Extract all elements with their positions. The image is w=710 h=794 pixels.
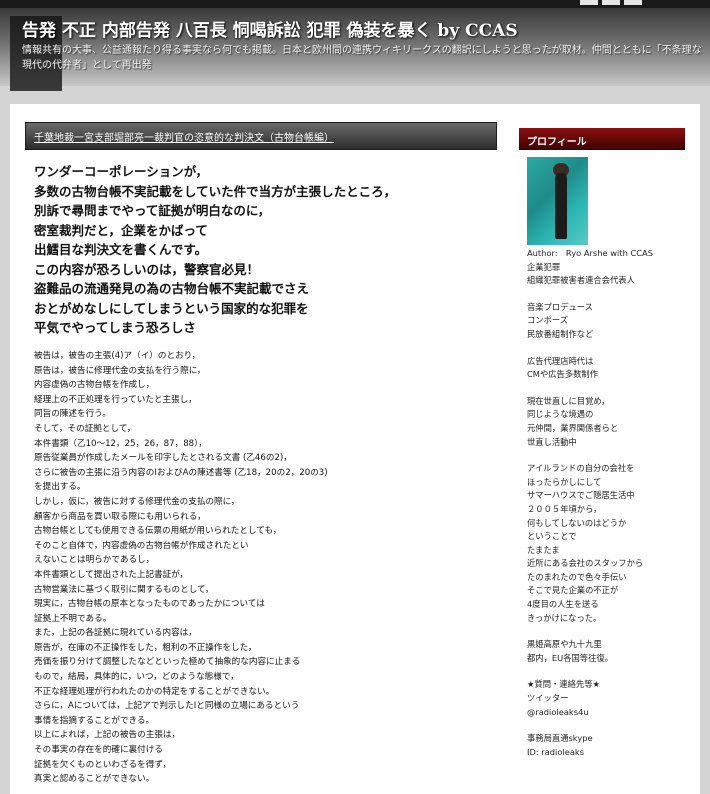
profile-photo[interactable]: [527, 157, 588, 245]
top-navbar: [0, 0, 710, 8]
post-lead: ワンダーコーポレーションが， 多数の古物台帳不実記載をしていた件で当方が主張したと…: [34, 162, 504, 338]
text-line: 平気でやってしまう恐ろしさ: [34, 320, 196, 335]
text-line: 別訴で尋問までやって証拠が明白なのに，: [34, 203, 271, 218]
text-line: 不正な経理処理が行われたのかの特定をすることができない。: [34, 686, 275, 697]
text-line: 真実と認めることができない。: [34, 774, 155, 785]
sidebar-line: 世直し活動中: [527, 436, 577, 447]
text-line: おとがめなしにしてしまうという国家的な犯罪を: [34, 300, 309, 316]
text-line: 原告は，被告に修理代金の支払を行う際に，: [34, 365, 206, 376]
text-line: 古物台帳としても使用できる伝票の用紙が用いられたとしても，: [34, 526, 282, 537]
text-line: この内容が恐ろしいのは，警察官必見！: [34, 261, 260, 277]
text-line: 同旨の陳述を行う。: [34, 409, 111, 420]
text-line: 内容虚偽の古物台帳を作成し，: [34, 380, 155, 391]
sidebar-heading-label: プロフィール: [527, 137, 587, 148]
sidebar-line: 民放番組制作など: [527, 328, 594, 339]
sidebar-line: Author: Ryo Arshe with CCAS: [527, 248, 653, 258]
sidebar-line: サマーハウスでご隠居生活中: [527, 490, 635, 501]
text-line: 証拠を欠くものといわざるを得ず，: [34, 759, 172, 770]
text-line: そのこと自体で，内容虚偽の古物台帳が作成されたとい: [34, 540, 249, 551]
sidebar-line: 組織犯罪被害者連合会代表人: [527, 275, 635, 286]
text-line: 盗難品の流通発見の為の古物台帳不実記載でさえ: [34, 281, 310, 296]
text-line: 本件書類として提出された上記書証が，: [34, 569, 188, 580]
sidebar-line: ほったらかしにして: [527, 476, 602, 487]
post-title-link[interactable]: 千葉地裁一宮支部堀部亮一裁判官の恣意的な判決文（古物台帳編）: [34, 129, 334, 144]
text-line: 売価を振り分けて調整したなどといった極めて抽象的な内容に止まる: [34, 657, 301, 668]
sidebar-line: 事務局直通skype: [527, 733, 593, 744]
text-line: 顧客から商品を買い取る際にも用いられる，: [34, 511, 206, 522]
text-line: 被告は，被告の主張(4)ア（イ）のとおり，: [34, 351, 201, 361]
text-line: さらに，Aについては，上記アで判示したIと同様の立場にあるという: [34, 701, 300, 712]
navbar-button[interactable]: [580, 0, 598, 5]
navbar-button[interactable]: [624, 0, 642, 5]
sidebar-line: ２００５年頃から，: [527, 503, 602, 514]
sidebar-line: @radioleaks4u: [527, 706, 589, 717]
sidebar-line: 元仲間，業界関係者らと: [527, 422, 619, 433]
sidebar-line: たまたま: [527, 544, 560, 555]
sidebar-line: アイルランドの自分の会社を: [527, 463, 635, 474]
sidebar-line: そこで見た企業の不正が: [527, 585, 619, 596]
text-line: 古物営業法に基づく取引に関するものとして，: [34, 584, 214, 595]
text-line: 多数の古物台帳不実記載をしていた件で当方が主張したところ，: [34, 183, 397, 199]
sidebar-line: ツイッター: [527, 693, 569, 704]
post-title-bar: 千葉地裁一宮支部堀部亮一裁判官の恣意的な判決文（古物台帳編）: [25, 122, 497, 150]
sidebar-line: ということで: [527, 531, 577, 542]
sidebar-line: きっかけになった。: [527, 612, 602, 623]
sidebar-line: コンポーズ: [527, 315, 569, 326]
text-line: 密室裁判だと，企業をかばって: [34, 222, 208, 238]
sidebar-line: 都内，EU各国等往復。: [527, 652, 613, 663]
sidebar-line: 何もしてしないのはどうか: [527, 517, 627, 528]
text-line: 原告が，在庫の不正操作をした，粗利の不正操作をした，: [34, 642, 257, 653]
sidebar-line: 近所にある会社のスタッフから: [527, 558, 644, 569]
sidebar-line: ID: radioleaks: [527, 746, 585, 757]
text-line: を提出する。: [34, 482, 86, 493]
text-line: そして，その証拠として，: [34, 423, 136, 434]
sidebar-line: 音楽プロデュース: [527, 301, 593, 312]
sidebar-line: ★質問・連絡先等★: [527, 679, 600, 690]
blog-header: 告発 不正 内部告発 八百長 恫喝訴訟 犯罪 偽装を暴く by CCAS 情報共…: [0, 8, 710, 91]
photo-person-figure: [555, 173, 567, 239]
post-body: 被告は，被告の主張(4)ア（イ）のとおり， 原告は，被告に修理代金の支払を行う際に…: [34, 349, 504, 787]
blog-title[interactable]: 告発 不正 内部告発 八百長 恫喝訴訟 犯罪 偽装を暴く by CCAS: [22, 16, 518, 41]
sidebar-profile-text: Author: Ryo Arshe with CCAS 企業犯罪組織犯罪被害者連合…: [527, 247, 697, 759]
sidebar-line: CMや広告多数制作: [527, 369, 599, 380]
text-line: 本件書類（乙10～12，25，26，87，88），: [34, 438, 208, 449]
sidebar-line: 広告代理店時代は: [527, 355, 594, 366]
sidebar-line: 同じような境遇の: [527, 409, 594, 420]
blog-description: 情報共有の大事、公益通報たり得る事実なら何でも掲載。日本と欧州間の連携ウィキリー…: [22, 45, 702, 71]
text-line: ワンダーコーポレーションが，: [34, 164, 209, 179]
sidebar-line: 現在世直しに目覚め，: [527, 395, 610, 406]
text-line: さらに被告の主張に沿う内容のIおよびAの陳述書等 (乙18，20の2，20の3): [34, 467, 328, 478]
text-line: 原告従業員が作成したメールを印字したとされる文書 (乙46の2)，: [34, 453, 292, 464]
sidebar-profile-heading: プロフィール: [519, 128, 685, 150]
navbar-button[interactable]: [602, 0, 620, 5]
sidebar-line: たのまれたので色々手伝い: [527, 571, 627, 582]
text-line: 経理上の不正処理を行っていたと主張し，: [34, 394, 197, 405]
text-line: その事実の存在を的確に裏付ける: [34, 745, 163, 756]
sidebar-line: 4度目の人生を送る: [527, 599, 599, 610]
sidebar-line: 企業犯罪: [527, 261, 561, 272]
content-wrapper: 千葉地裁一宮支部堀部亮一裁判官の恣意的な判決文（古物台帳編） ワンダーコーポレー…: [10, 104, 700, 794]
text-line: 事情を指摘することができる。: [34, 715, 155, 726]
text-line: もので，結局，具体的に，いつ，どのような態様で，: [34, 672, 239, 683]
text-line: また，上記の各証拠に現れている内容は，: [34, 628, 197, 639]
sidebar-line: 黒姫高原や九十九里: [527, 639, 602, 650]
text-line: 現実に，古物台帳の原本となったものであったかについては: [34, 599, 265, 610]
text-line: しかし，仮に，被告に対する修理代金の支払の際に，: [34, 496, 240, 507]
text-line: 出鱈目な判決文を書くんです。: [34, 242, 208, 257]
text-line: えないことは明らかであるし，: [34, 555, 155, 566]
text-line: 以上によれば，上記の被告の主張は，: [34, 730, 181, 741]
text-line: 証拠上不明である。: [34, 613, 112, 624]
